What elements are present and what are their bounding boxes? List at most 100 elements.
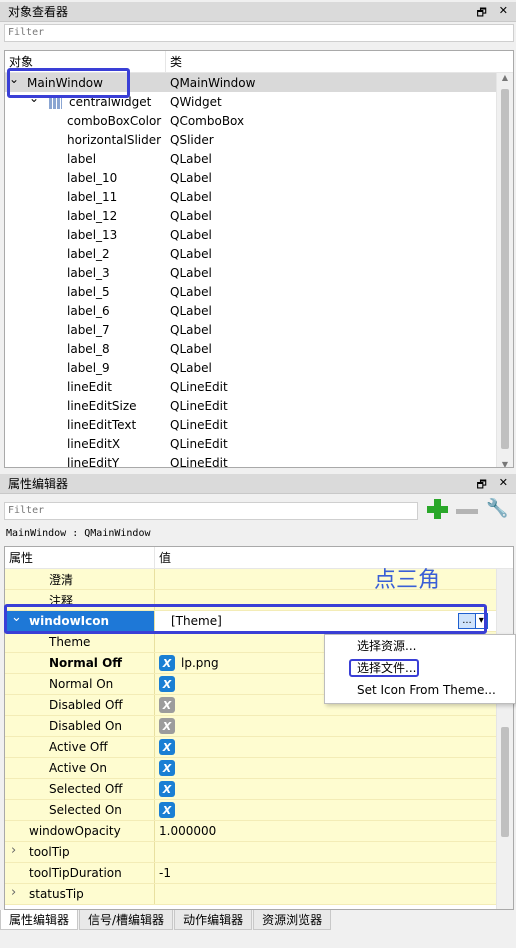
- tree-row[interactable]: lineEditX QLineEdit: [5, 434, 513, 453]
- property-name: Active On: [49, 761, 107, 775]
- float-icon[interactable]: 🗗: [476, 476, 486, 495]
- tree-object-class: QLabel: [170, 246, 212, 261]
- wrench-icon[interactable]: 🔧: [486, 498, 508, 519]
- pixmap-icon: X: [159, 781, 175, 797]
- property-name: windowOpacity: [29, 824, 121, 838]
- tree-object-name: label_7: [67, 322, 110, 337]
- tree-row[interactable]: label QLabel: [5, 149, 513, 168]
- chevron-down-icon[interactable]: ⌄: [9, 76, 19, 86]
- tree-object-class: QLabel: [170, 208, 212, 223]
- icon-source-popup: 选择资源... 选择文件... Set Icon From Theme...: [324, 634, 516, 704]
- property-row[interactable]: › statusTip: [5, 884, 513, 905]
- tree-object-class: QLabel: [170, 341, 212, 356]
- pixmap-icon: X: [159, 802, 175, 818]
- property-row[interactable]: Disabled On X: [5, 716, 513, 737]
- remove-property-icon[interactable]: [456, 509, 478, 514]
- tree-object-name: lineEditSize: [67, 398, 137, 413]
- property-row[interactable]: Selected Off X: [5, 779, 513, 800]
- tree-row[interactable]: label_10 QLabel: [5, 168, 513, 187]
- tab-signal-slot-editor[interactable]: 信号/槽编辑器: [79, 910, 174, 930]
- tree-object-name: lineEditX: [67, 436, 121, 451]
- tab-property-editor[interactable]: 属性编辑器: [0, 910, 79, 930]
- tree-object-class: QLabel: [170, 170, 212, 185]
- tree-object-name: MainWindow: [27, 75, 103, 90]
- tree-row[interactable]: lineEditY QLineEdit: [5, 453, 513, 468]
- property-row[interactable]: toolTipDuration -1: [5, 863, 513, 884]
- tree-row[interactable]: label_7 QLabel: [5, 320, 513, 339]
- tree-row[interactable]: label_9 QLabel: [5, 358, 513, 377]
- chevron-down-icon[interactable]: ⌄: [11, 610, 22, 625]
- property-name: Selected On: [49, 803, 122, 817]
- chevron-down-icon[interactable]: ⌄: [29, 95, 39, 105]
- popup-item-resource[interactable]: 选择资源...: [325, 635, 515, 657]
- tree-row[interactable]: lineEdit QLineEdit: [5, 377, 513, 396]
- tree-row[interactable]: lineEditSize QLineEdit: [5, 396, 513, 415]
- tree-row[interactable]: comboBoxColor QComboBox: [5, 111, 513, 130]
- tree-row[interactable]: label_2 QLabel: [5, 244, 513, 263]
- tree-row[interactable]: label_11 QLabel: [5, 187, 513, 206]
- tree-object-name: label_12: [67, 208, 118, 223]
- property-row[interactable]: ⌄windowIcon[Theme]...▾↶: [5, 610, 513, 632]
- property-value: 1.000000: [159, 824, 217, 838]
- property-row[interactable]: › toolTip: [5, 842, 513, 863]
- pixmap-icon: X: [159, 655, 175, 671]
- tree-object-class: QSlider: [170, 132, 214, 147]
- property-filter-input[interactable]: Filter: [4, 502, 418, 520]
- popup-item-file[interactable]: 选择文件...: [325, 657, 515, 679]
- tree-row[interactable]: horizontalSlider QSlider: [5, 130, 513, 149]
- tree-object-name: label_13: [67, 227, 118, 242]
- close-icon[interactable]: ✕: [499, 4, 508, 23]
- chevron-down-icon[interactable]: ▾: [474, 614, 487, 628]
- col-value[interactable]: 值: [155, 547, 171, 568]
- popup-item-theme[interactable]: Set Icon From Theme...: [325, 679, 515, 701]
- tab-resource-browser[interactable]: 资源浏览器: [253, 910, 332, 930]
- scroll-thumb[interactable]: [501, 727, 509, 837]
- scroll-thumb[interactable]: [501, 89, 509, 449]
- property-row[interactable]: Selected On X: [5, 800, 513, 821]
- chevron-right-icon[interactable]: ›: [11, 885, 16, 900]
- col-object[interactable]: 对象: [5, 51, 166, 72]
- object-tree-scrollbar[interactable]: ▲ ▼: [496, 73, 513, 467]
- popup-item-file-label: 选择文件...: [357, 661, 417, 675]
- tree-object-name: label_5: [67, 284, 110, 299]
- col-property[interactable]: 属性: [5, 547, 155, 568]
- tree-row[interactable]: lineEditText QLineEdit: [5, 415, 513, 434]
- tree-row[interactable]: label_8 QLabel: [5, 339, 513, 358]
- property-table-scrollbar[interactable]: [496, 569, 513, 909]
- tree-object-class: QLabel: [170, 303, 212, 318]
- tree-object-name: comboBoxColor: [67, 113, 162, 128]
- tree-row[interactable]: label_6 QLabel: [5, 301, 513, 320]
- property-value: [Theme]: [171, 614, 222, 628]
- scroll-up-icon[interactable]: ▲: [497, 73, 513, 82]
- tree-row[interactable]: ⌄ MainWindow QMainWindow: [5, 73, 513, 92]
- tree-object-name: horizontalSlider: [67, 132, 162, 147]
- tree-object-class: QLineEdit: [170, 379, 228, 394]
- scroll-down-icon[interactable]: ▼: [497, 460, 513, 467]
- col-class[interactable]: 类: [166, 51, 182, 72]
- tree-row[interactable]: ⌄ centralwidget QWidget: [5, 92, 513, 111]
- pixmap-icon: X: [159, 739, 175, 755]
- property-value: lp.png: [181, 656, 219, 670]
- add-dynamic-property-icon[interactable]: [424, 497, 450, 523]
- tree-object-name: label_2: [67, 246, 110, 261]
- tree-row[interactable]: label_3 QLabel: [5, 263, 513, 282]
- chevron-right-icon[interactable]: ›: [11, 843, 16, 858]
- tree-row[interactable]: label_12 QLabel: [5, 206, 513, 225]
- tree-object-name: label: [67, 151, 97, 166]
- icon-menu-button[interactable]: ... ▾: [458, 613, 488, 629]
- tree-object-class: QLineEdit: [170, 398, 228, 413]
- property-row[interactable]: Active Off X: [5, 737, 513, 758]
- tree-object-class: QLabel: [170, 189, 212, 204]
- float-icon[interactable]: 🗗: [476, 4, 486, 23]
- property-name: statusTip: [29, 887, 84, 901]
- close-icon[interactable]: ✕: [499, 476, 508, 495]
- tree-object-class: QWidget: [170, 94, 222, 109]
- property-row[interactable]: windowOpacity 1.000000: [5, 821, 513, 842]
- tree-row[interactable]: label_5 QLabel: [5, 282, 513, 301]
- tree-row[interactable]: label_13 QLabel: [5, 225, 513, 244]
- object-filter-input[interactable]: Filter: [4, 24, 514, 42]
- property-row[interactable]: Active On X: [5, 758, 513, 779]
- tree-object-class: QLabel: [170, 360, 212, 375]
- tab-action-editor[interactable]: 动作编辑器: [174, 910, 253, 930]
- property-editor-title: 属性编辑器: [8, 477, 69, 491]
